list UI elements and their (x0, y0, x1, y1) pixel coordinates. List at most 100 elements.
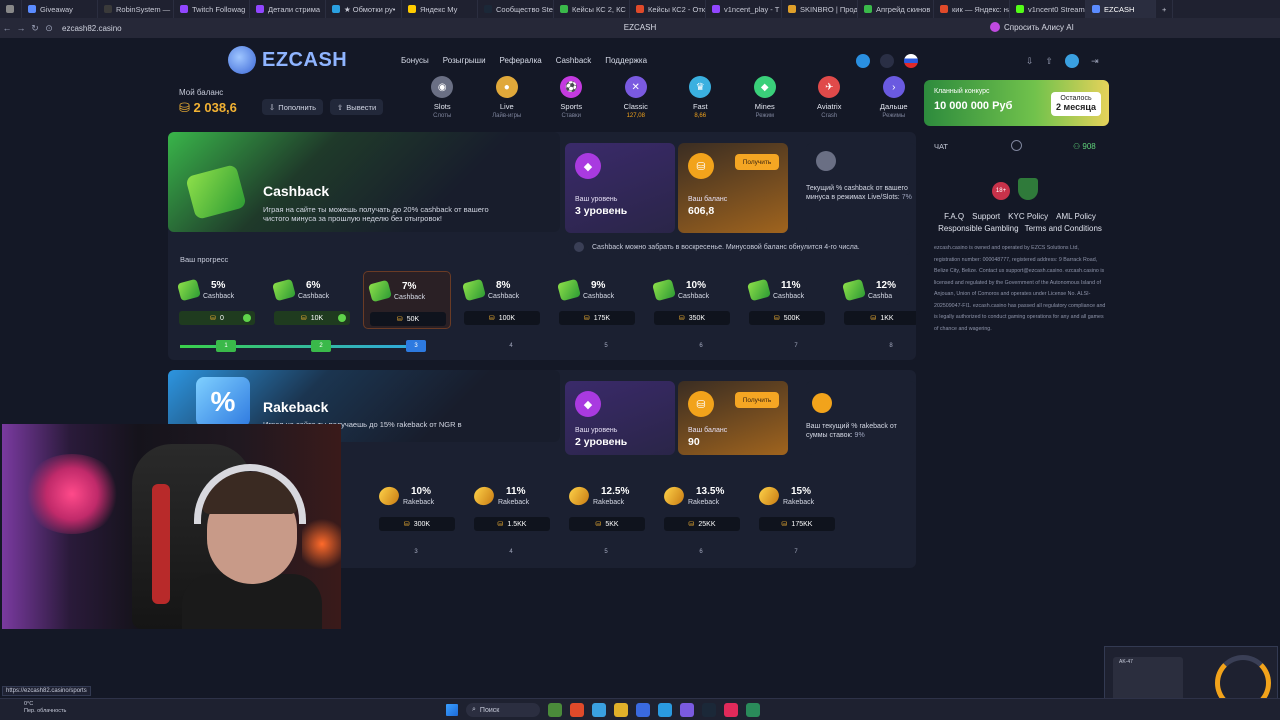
webcam-chair-stripe (152, 484, 170, 604)
browser-tab[interactable]: Кейсы КС2 - Отк (630, 0, 706, 18)
tab-label: ★ Обмотки ру• (344, 4, 396, 14)
deposit-label: Пополнить (278, 102, 316, 112)
download-icon[interactable]: ⇩ (1026, 56, 1034, 67)
cashback-level-label: Ваш уровень (575, 196, 618, 203)
tab-favicon-icon (104, 5, 112, 13)
browser-tab[interactable]: RobinSystem — (98, 0, 174, 18)
app-icon[interactable] (746, 703, 760, 717)
withdraw-button[interactable]: ⇧ Вывести (330, 99, 384, 115)
cashback-tier-threshold: ⛁ 0 (179, 311, 255, 325)
start-button[interactable] (446, 704, 458, 716)
cashback-balance-label: Ваш баланс (688, 196, 728, 203)
footer-link[interactable]: Responsible Gambling (938, 224, 1019, 233)
browser-tab[interactable]: Детали стрима (250, 0, 326, 18)
app-icon[interactable] (636, 703, 650, 717)
deposit-button[interactable]: ⇩ Пополнить (262, 99, 323, 115)
browser-tab[interactable]: EZCASH (1086, 0, 1156, 18)
upload-icon[interactable]: ⇧ (1046, 56, 1054, 67)
app-icon[interactable] (548, 703, 562, 717)
telegram-icon[interactable] (658, 703, 672, 717)
progress-step: 5 (604, 343, 608, 349)
category-fast[interactable]: ♛ Fast 8,66 (668, 76, 733, 119)
chat-title: ЧАТ (934, 142, 948, 151)
browser-icon[interactable] (592, 703, 606, 717)
browser-tab[interactable] (0, 0, 22, 18)
browser-tab[interactable]: Апгрейд скинов (858, 0, 934, 18)
rakeback-level-card: ◆ Ваш уровень 2 уровень (565, 381, 675, 455)
chat-mute-icon[interactable] (1011, 140, 1022, 151)
folder-icon[interactable] (614, 703, 628, 717)
category-aviatrix[interactable]: ✈ Aviatrix Crash (797, 76, 862, 119)
category-icon: ⚽ (560, 76, 583, 98)
cashback-balance-card: ⛁ Получить Ваш баланс 606,8 (678, 143, 788, 233)
steam-icon[interactable] (702, 703, 716, 717)
cashback-tier-icon (652, 278, 676, 302)
browser-tab[interactable]: Яндекс Му (402, 0, 478, 18)
app-icon[interactable] (724, 703, 738, 717)
category-icon: › (882, 76, 905, 98)
browser-tab[interactable]: Кейсы КС 2, КС (554, 0, 630, 18)
tab-label: Twitch Followag (192, 4, 246, 14)
category-sports[interactable]: ⚽ Sports Ставки (539, 76, 604, 119)
cashback-get-button[interactable]: Получить (735, 154, 779, 170)
rakeback-balance-label: Ваш баланс (688, 427, 728, 434)
nav-link[interactable]: Розыгрыши (443, 56, 486, 65)
coin-icon: ⛁ (300, 315, 307, 322)
alice-button[interactable]: Спросить Алису AI (990, 22, 1074, 32)
category-slots[interactable]: ◉ Slots Слоты (410, 76, 475, 119)
license-shield-icon[interactable] (1018, 178, 1038, 200)
browser-tab[interactable]: Twitch Followag (174, 0, 250, 18)
progress-step: 2 (311, 340, 331, 352)
browser-tab[interactable]: v1ncent0 Stream (1010, 0, 1086, 18)
promo-banner[interactable]: Кланный конкурс 10 000 000 Руб Осталось 2… (924, 80, 1109, 126)
theme-toggle-icon[interactable] (880, 54, 894, 68)
browser-tab[interactable]: кик — Яндекс: на (934, 0, 1010, 18)
nav-link[interactable]: Бонусы (401, 56, 429, 65)
webcam-pink-light (22, 454, 122, 534)
coin-icon: ⛁ (688, 521, 695, 528)
browser-tab[interactable]: SKINBRO | Прод (782, 0, 858, 18)
footer-link[interactable]: KYC Policy (1008, 212, 1048, 221)
cashback-tier-icon (747, 278, 771, 302)
logout-icon[interactable]: ⇥ (1091, 56, 1099, 67)
new-tab-icon[interactable]: + (1156, 0, 1174, 18)
browser-tab[interactable]: Сообщество Ste (478, 0, 554, 18)
category-mines[interactable]: ◆ Mines Режим (733, 76, 798, 119)
cashback-tier-percent: 6% (306, 280, 321, 291)
rakeback-tier: 13.5% Rakeback ⛁ 25KK (658, 477, 746, 535)
category-live[interactable]: ● Live Лайв-игры (475, 76, 540, 119)
rakeback-get-button[interactable]: Получить (735, 392, 779, 408)
nav-link[interactable]: Рефералка (500, 56, 542, 65)
taskbar-search[interactable]: ⌕ Поиск (466, 703, 540, 717)
cashback-tier: 6% Cashback ⛁ 10K (268, 271, 356, 329)
nav-link[interactable]: Cashback (556, 56, 592, 65)
nav-link[interactable]: Поддержка (605, 56, 647, 65)
rakeback-current-label: Ваш текущий % rakeback от суммы ставок: (806, 423, 897, 439)
browser-tab[interactable]: ★ Обмотки ру• (326, 0, 402, 18)
cashback-balance-value: 606,8 (688, 205, 715, 217)
yandex-icon[interactable] (570, 703, 584, 717)
browser-tab[interactable]: Giveaway (22, 0, 98, 18)
category-дальше[interactable]: › Дальше Режимы (862, 76, 927, 119)
language-flag-icon[interactable] (904, 54, 918, 68)
cashback-tier-icon (462, 278, 486, 302)
rakeback-tier-percent: 11% (506, 486, 526, 497)
weather-widget[interactable]: 0°C Пер. облачность (24, 701, 66, 715)
cashback-desc: Играя на сайте ты можешь получать до 20%… (263, 205, 489, 223)
cashback-tier-threshold-value: 500K (783, 314, 801, 322)
telegram-icon[interactable] (856, 54, 870, 68)
footer-link[interactable]: F.A.Q (944, 212, 964, 221)
footer-link[interactable]: AML Policy (1056, 212, 1096, 221)
site-logo[interactable]: EZCASH (228, 46, 347, 74)
footer-link[interactable]: Support (972, 212, 1000, 221)
category-classic[interactable]: ✕ Classic 127,08 (604, 76, 669, 119)
footer-link[interactable]: Terms and Conditions (1025, 224, 1102, 233)
coin-icon: ⛁ (678, 315, 685, 322)
avatar[interactable] (1065, 54, 1080, 68)
rakeback-tier-threshold-value: 5KK (605, 520, 619, 528)
cashback-tier-threshold: ⛁ 350K (654, 311, 730, 325)
cashback-tier: 12% Cashba ⛁ 1KK (838, 271, 916, 329)
app-icon[interactable] (680, 703, 694, 717)
browser-tab[interactable]: v1ncent_play - T (706, 0, 782, 18)
cashback-tier-name: Cashback (773, 293, 805, 300)
